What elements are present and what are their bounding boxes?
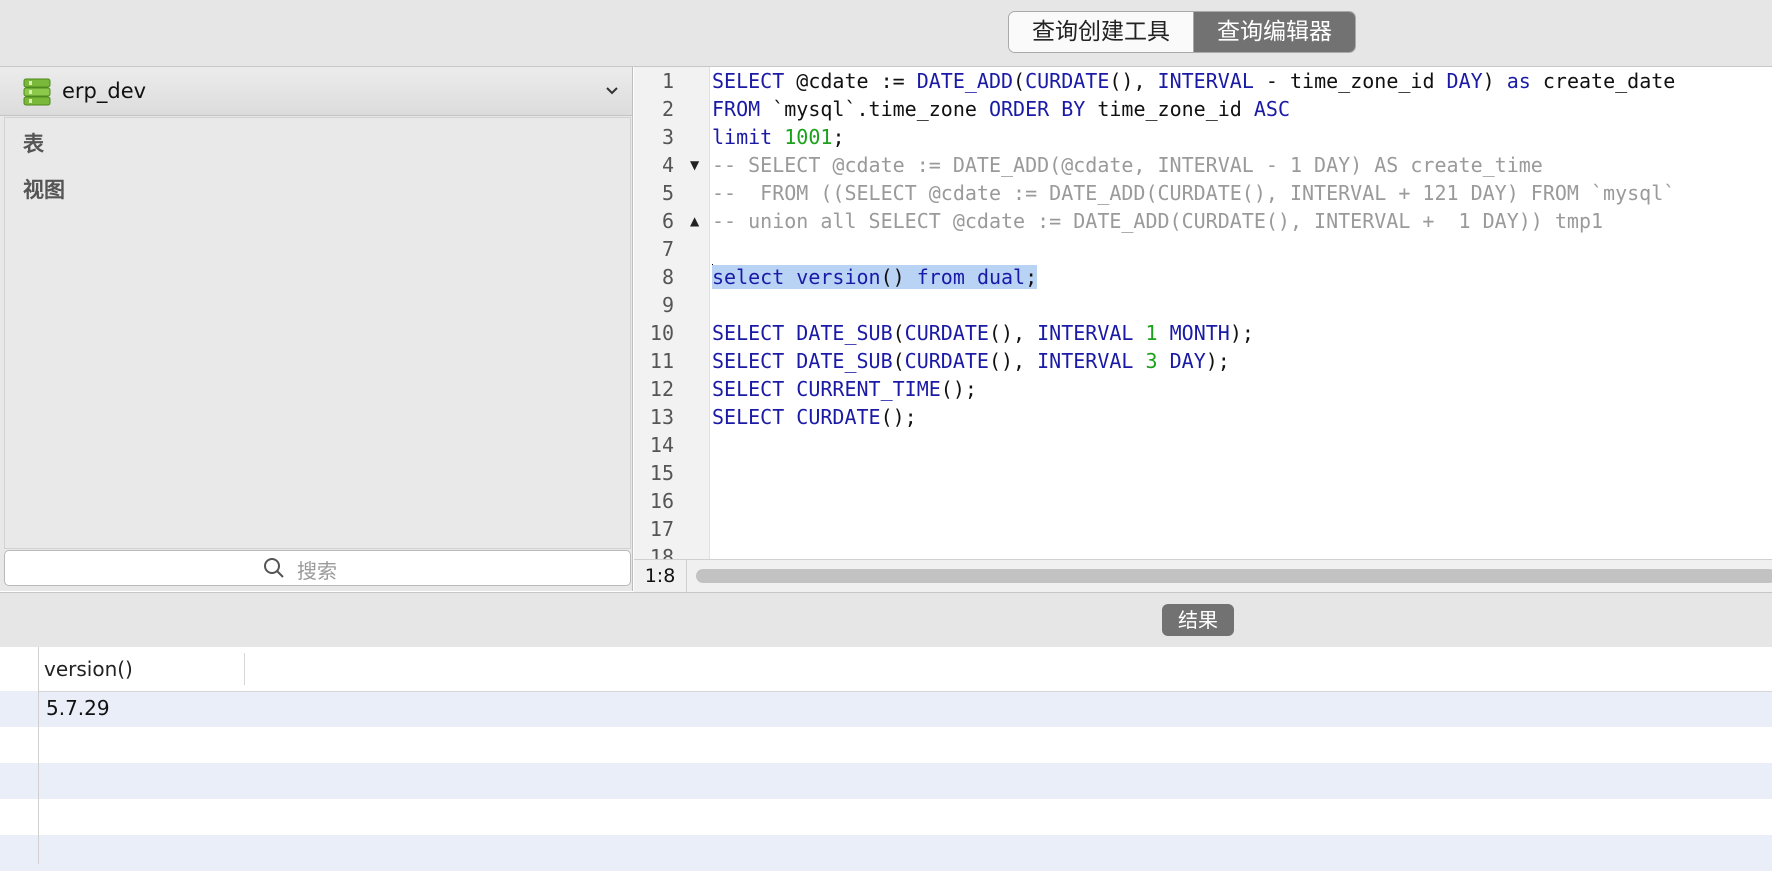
sql-editor[interactable]: 1 2 3 4 5 6 7 8 9 10 11 12 13 14 15 16 1…	[634, 67, 1772, 569]
line-number: 4	[661, 153, 674, 177]
code-line: SELECT DATE_SUB(CURDATE(), INTERVAL 3 DA…	[712, 349, 1230, 373]
line-number: 9	[661, 293, 674, 317]
table-row-empty	[0, 799, 1772, 835]
tab-query-builder[interactable]: 查询创建工具	[1009, 12, 1193, 52]
line-number: 14	[649, 433, 674, 457]
code-line: SELECT DATE_SUB(CURDATE(), INTERVAL 1 MO…	[712, 321, 1254, 345]
column-header[interactable]: version()	[44, 657, 133, 681]
code-line: SELECT @cdate := DATE_ADD(CURDATE(), INT…	[712, 69, 1676, 93]
object-tree: 表 视图	[4, 117, 631, 549]
cursor-position: 1:8	[634, 560, 687, 592]
database-name: erp_dev	[62, 79, 147, 103]
code-line: limit 1001;	[712, 125, 845, 149]
line-number: 8	[661, 265, 674, 289]
tab-query-editor[interactable]: 查询编辑器	[1193, 12, 1355, 52]
view-switcher: 查询创建工具 查询编辑器	[1008, 11, 1356, 53]
line-number: 11	[649, 349, 674, 373]
row-number-column	[0, 647, 39, 864]
line-number: 1	[661, 69, 674, 93]
search-placeholder: 搜索	[297, 559, 337, 583]
line-number: 5	[661, 181, 674, 205]
code-line: FROM `mysql`.time_zone ORDER BY time_zon…	[712, 97, 1291, 121]
fold-collapse-icon[interactable]: ▼	[690, 151, 699, 179]
sidebar-item-views[interactable]: 视图	[23, 174, 65, 204]
line-number: 2	[661, 97, 674, 121]
sidebar: erp_dev 表 视图 搜索	[0, 67, 633, 591]
code-line: -- union all SELECT @cdate := DATE_ADD(C…	[712, 209, 1604, 233]
line-number: 15	[649, 461, 674, 485]
table-cell[interactable]: 5.7.29	[46, 696, 110, 720]
editor-statusbar: 1:8	[634, 559, 1772, 592]
code-line-selected: select version() from dual;	[712, 264, 1038, 289]
table-row-empty	[0, 763, 1772, 799]
column-divider[interactable]	[244, 653, 245, 685]
line-number: 16	[649, 489, 674, 513]
code-line: SELECT CURDATE();	[712, 405, 917, 429]
results-bar: 结果	[0, 592, 1772, 648]
line-gutter: 1 2 3 4 5 6 7 8 9 10 11 12 13 14 15 16 1…	[634, 67, 710, 569]
line-number: 13	[649, 405, 674, 429]
line-number: 10	[649, 321, 674, 345]
line-number: 12	[649, 377, 674, 401]
code-area[interactable]: SELECT @cdate := DATE_ADD(CURDATE(), INT…	[712, 67, 1772, 559]
line-number: 3	[661, 125, 674, 149]
line-number: 17	[649, 517, 674, 541]
table-row[interactable]: 5.7.29	[0, 691, 1772, 727]
toolbar: 查询创建工具 查询编辑器	[0, 0, 1772, 67]
table-row-empty	[0, 835, 1772, 871]
search-input[interactable]: 搜索	[4, 550, 631, 586]
fold-expand-icon[interactable]: ▲	[690, 207, 699, 235]
code-line: -- FROM ((SELECT @cdate := DATE_ADD(CURD…	[712, 181, 1676, 205]
results-button[interactable]: 结果	[1162, 604, 1234, 636]
search-icon	[264, 558, 284, 578]
chevron-down-icon[interactable]	[604, 83, 620, 99]
table-row-empty	[0, 727, 1772, 763]
database-icon	[23, 78, 51, 106]
code-line: -- SELECT @cdate := DATE_ADD(@cdate, INT…	[712, 153, 1543, 177]
sidebar-item-tables[interactable]: 表	[23, 128, 44, 158]
horizontal-scrollbar[interactable]	[696, 569, 1772, 583]
code-line: SELECT CURRENT_TIME();	[712, 377, 977, 401]
results-grid: 5.7.29 version()	[0, 647, 1772, 871]
line-number: 7	[661, 237, 674, 261]
grid-header: version()	[39, 647, 1772, 692]
database-selector[interactable]: erp_dev	[0, 67, 632, 116]
line-number: 6	[661, 209, 674, 233]
